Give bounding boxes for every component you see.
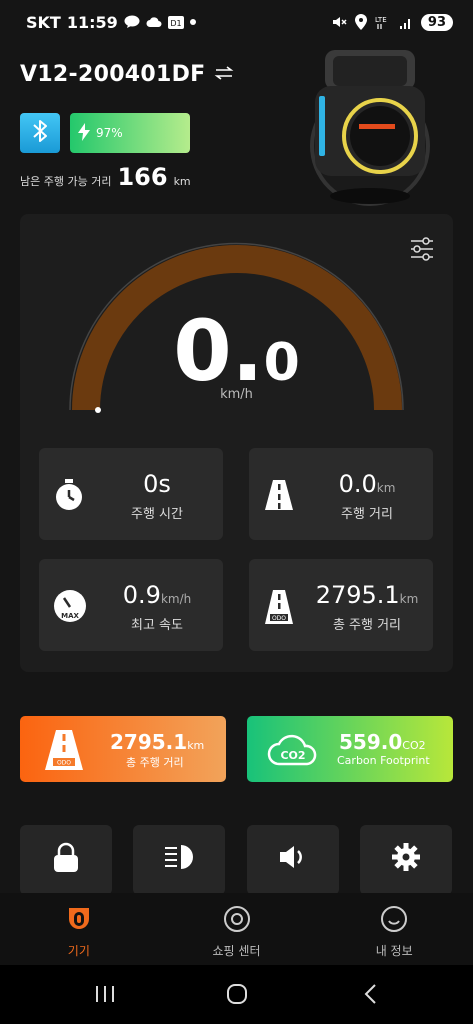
tab-profile[interactable]: 내 정보 — [315, 893, 473, 965]
odometer-road-icon: ODO — [263, 589, 295, 629]
speaker-icon — [277, 841, 309, 877]
range-value: 166 — [117, 163, 168, 191]
settings-button[interactable] — [360, 825, 452, 895]
max-speed-value-row: 0.9km/h — [97, 581, 217, 609]
ride-distance-unit: km — [376, 481, 396, 495]
lock-button[interactable] — [20, 825, 112, 895]
shop-icon — [223, 905, 251, 936]
tab-profile-label: 내 정보 — [375, 944, 413, 958]
clock: 11:59 — [66, 12, 118, 32]
banner-carbon-value: 559.0 — [339, 730, 403, 754]
ride-distance-value-row: 0.0km — [307, 470, 427, 498]
device-title: V12-200401DF — [20, 62, 206, 87]
range-label: 남은 주행 가능 거리 — [20, 175, 112, 188]
svg-text:MAX: MAX — [61, 612, 79, 620]
total-distance-unit: km — [399, 592, 419, 606]
bottom-tab-bar: 기기 쇼핑 센터 내 정보 — [0, 893, 473, 965]
svg-text:ODO: ODO — [272, 615, 286, 622]
max-speed-value: 0.9 — [122, 581, 161, 609]
total-distance-label: 총 주행 거리 — [332, 618, 402, 633]
total-distance-value-row: 2795.1km — [307, 581, 427, 609]
speed-integer: 0. — [173, 302, 264, 400]
total-distance-banner[interactable]: ODO 2795.1km 총 주행 거리 — [20, 716, 226, 782]
gear-icon — [390, 841, 422, 877]
status-bar: SKT 11:59 D1 LTE 93 — [0, 0, 473, 44]
battery-indicator: 93 — [420, 13, 453, 31]
horn-button[interactable] — [247, 825, 339, 895]
range-row: 남은 주행 가능 거리 166 km — [20, 163, 234, 191]
banner-carbon-label: Carbon Footprint — [337, 754, 430, 767]
lte-signal-icon: LTE — [375, 14, 391, 30]
back-button[interactable] — [360, 983, 382, 1009]
ride-distance-value: 0.0 — [338, 470, 377, 498]
ride-time-value-row: 0s — [97, 470, 217, 498]
recent-apps-icon — [96, 986, 114, 1002]
total-distance-value: 2795.1 — [315, 581, 400, 609]
recent-apps-button[interactable] — [94, 983, 116, 1009]
total-distance-card: ODO 2795.1km 총 주행 거리 — [249, 559, 433, 651]
stopwatch-icon — [53, 478, 85, 516]
co2-cloud-icon: CO2 — [267, 730, 319, 772]
profile-icon — [380, 905, 408, 936]
ride-time-card: 0s 주행 시간 — [39, 448, 223, 540]
home-button[interactable] — [226, 983, 248, 1009]
back-icon — [364, 984, 376, 1004]
home-icon — [227, 984, 247, 1004]
headlight-button[interactable] — [133, 825, 225, 895]
tab-device-label: 기기 — [67, 944, 90, 958]
svg-text:LTE: LTE — [375, 16, 387, 24]
system-nav-bar — [0, 965, 473, 1024]
unicycle-image — [305, 46, 435, 206]
device-header: V12-200401DF 97% 남은 주행 가능 거리 166 km — [20, 62, 234, 191]
device-icon — [66, 905, 92, 936]
max-speed-card: MAX 0.9km/h 최고 속도 — [39, 559, 223, 651]
range-unit: km — [173, 175, 191, 188]
banner-total-label: 총 주행 거리 — [126, 756, 184, 769]
banner-carbon-unit: CO2 — [402, 739, 426, 752]
charging-bolt-icon — [78, 122, 90, 144]
bluetooth-icon — [30, 118, 50, 148]
tab-shop[interactable]: 쇼핑 센터 — [158, 893, 316, 965]
ride-distance-label: 주행 거리 — [341, 507, 393, 522]
headlight-icon — [163, 841, 197, 877]
svg-text:ODO: ODO — [57, 760, 71, 767]
odometer-road-icon: ODO — [44, 729, 84, 775]
carrier-name: SKT — [26, 12, 61, 32]
battery-level-box: 97% — [70, 113, 190, 153]
ride-time-label: 주행 시간 — [131, 507, 183, 522]
ride-distance-card: 0.0km 주행 거리 — [249, 448, 433, 540]
mute-icon — [331, 14, 347, 30]
speed-decimal: 0 — [263, 333, 300, 393]
battery-percent: 97% — [96, 126, 123, 140]
tab-device[interactable]: 기기 — [0, 893, 158, 965]
bluetooth-button[interactable] — [20, 113, 60, 153]
tab-shop-label: 쇼핑 센터 — [212, 944, 261, 958]
banner-total-value-row: 2795.1km — [110, 730, 204, 754]
gauge-max-icon: MAX — [53, 589, 87, 627]
speed-unit: km/h — [220, 387, 253, 402]
cloud-icon — [146, 16, 162, 28]
road-icon — [263, 478, 295, 516]
banner-carbon-value-row: 559.0CO2 — [339, 730, 426, 754]
dot-icon — [189, 19, 196, 25]
max-speed-unit: km/h — [160, 592, 192, 606]
signal-bars-icon — [399, 15, 413, 29]
lock-icon — [50, 841, 82, 877]
banner-total-value: 2795.1 — [110, 730, 188, 754]
max-speed-label: 최고 속도 — [131, 618, 183, 633]
switch-device-icon[interactable] — [214, 62, 234, 87]
location-icon — [354, 14, 367, 30]
svg-text:CO2: CO2 — [280, 749, 305, 762]
svg-text:D1: D1 — [170, 19, 181, 28]
talk-notification-icon — [124, 15, 140, 29]
carbon-footprint-banner[interactable]: CO2 559.0CO2 Carbon Footprint — [247, 716, 453, 782]
ride-time-value: 0s — [143, 470, 171, 498]
speed-readout: 0.0 — [20, 302, 453, 400]
d1-notification-icon: D1 — [167, 15, 184, 29]
device-title-row[interactable]: V12-200401DF — [20, 62, 234, 87]
banner-total-unit: km — [187, 739, 205, 752]
speedometer-panel: 0.0 km/h 0s 주행 시간 0.0km 주행 거리 MAX 0.9km/… — [20, 214, 453, 672]
